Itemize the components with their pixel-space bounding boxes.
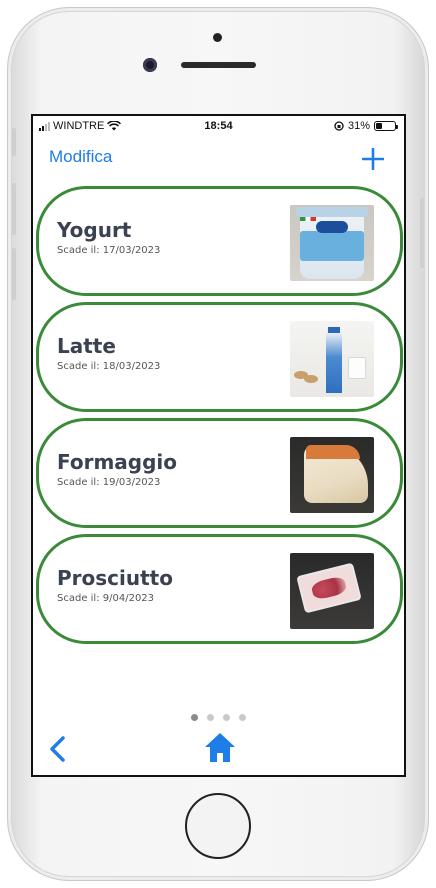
food-item-card[interactable]: Prosciutto Scade il: 9/04/2023 — [36, 534, 403, 644]
item-expiry: Scade il: 19/03/2023 — [57, 477, 161, 488]
edit-button[interactable]: Modifica — [49, 147, 112, 167]
mute-switch — [12, 128, 16, 156]
orientation-lock-icon — [334, 121, 344, 131]
milk-thumbnail — [290, 321, 374, 397]
chevron-left-icon — [50, 736, 65, 762]
front-camera — [143, 58, 157, 72]
ham-thumbnail — [290, 553, 374, 629]
food-item-card[interactable]: Yogurt Scade il: 17/03/2023 — [36, 186, 403, 296]
cheese-thumbnail — [290, 437, 374, 513]
battery-icon — [374, 121, 398, 131]
food-item-card[interactable]: Latte Scade il: 18/03/2023 — [36, 302, 403, 412]
food-item-card[interactable]: Formaggio Scade il: 19/03/2023 — [36, 418, 403, 528]
item-name: Prosciutto — [57, 566, 173, 590]
page-dot[interactable] — [207, 714, 214, 721]
item-expiry: Scade il: 9/04/2023 — [57, 593, 155, 604]
back-button[interactable] — [46, 734, 70, 764]
item-name: Latte — [57, 334, 116, 358]
power-button — [420, 198, 424, 268]
home-tab-button[interactable] — [203, 730, 237, 764]
page-dot[interactable] — [239, 714, 246, 721]
page-dot[interactable] — [223, 714, 230, 721]
item-expiry: Scade il: 17/03/2023 — [57, 245, 161, 256]
status-bar: WINDTRE 18:54 31% — [33, 116, 404, 138]
earpiece-speaker — [181, 62, 256, 68]
volume-up-button — [12, 183, 16, 235]
home-icon — [205, 733, 235, 762]
plus-icon — [361, 147, 385, 171]
battery-percent: 31% — [347, 120, 370, 132]
yogurt-thumbnail — [290, 205, 374, 281]
item-name: Formaggio — [57, 450, 178, 474]
item-name: Yogurt — [57, 218, 132, 242]
home-button[interactable] — [185, 793, 251, 859]
volume-down-button — [12, 248, 16, 300]
add-item-button[interactable] — [361, 140, 385, 176]
status-right: 31% — [334, 120, 398, 132]
item-expiry: Scade il: 18/03/2023 — [57, 361, 161, 372]
screen: WINDTRE 18:54 31% Modifica Yogurt Scade … — [31, 114, 406, 777]
battery-level — [376, 123, 382, 129]
proximity-sensor — [213, 33, 222, 42]
page-dot[interactable] — [191, 714, 198, 721]
page-indicator[interactable] — [33, 714, 404, 721]
